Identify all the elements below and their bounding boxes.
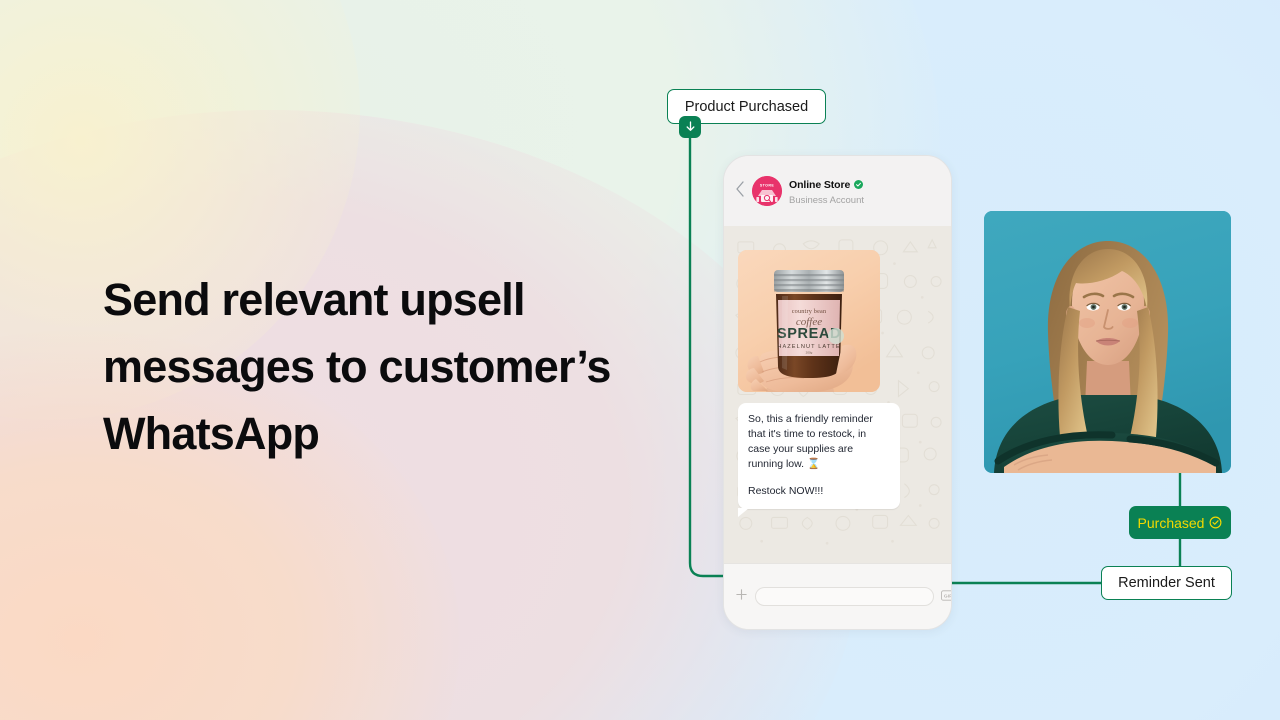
verified-badge-icon xyxy=(854,176,864,194)
arrow-down-icon xyxy=(679,116,701,138)
chat-bubble-paragraph-2: Restock NOW!!! xyxy=(748,485,824,497)
flow-node-purchased-label: Purchased xyxy=(1137,514,1205,531)
chat-contact-name-row: Online Store xyxy=(789,176,864,194)
flow-line-left xyxy=(688,124,725,578)
whatsapp-phone-mockup: STORE Online Store Business Account coun… xyxy=(723,155,952,630)
chat-content: country bean coffee SPREAD HAZELNUT LATT… xyxy=(724,226,951,517)
chat-header: STORE Online Store Business Account xyxy=(724,156,951,226)
chat-bubble-incoming: So, this a friendly reminder that it's t… xyxy=(738,403,900,517)
chat-contact-subtitle: Business Account xyxy=(789,195,864,206)
flow-node-purchased-badge[interactable]: Purchased xyxy=(1129,506,1231,539)
flow-node-product-purchased-label: Product Purchased xyxy=(684,98,809,115)
chat-contact-meta: Online Store Business Account xyxy=(789,176,864,206)
plus-icon[interactable] xyxy=(735,588,748,606)
flow-node-reminder-sent[interactable]: Reminder Sent xyxy=(1101,566,1232,600)
chat-composer: GIF xyxy=(724,563,951,629)
chat-contact-name: Online Store xyxy=(789,179,851,191)
store-avatar-icon[interactable]: STORE xyxy=(752,176,782,206)
svg-text:country bean: country bean xyxy=(792,308,827,315)
product-photo[interactable]: country bean coffee SPREAD HAZELNUT LATT… xyxy=(738,250,880,392)
gif-icon[interactable]: GIF xyxy=(941,588,952,606)
svg-text:STORE: STORE xyxy=(760,184,775,188)
svg-text:200g: 200g xyxy=(806,351,813,355)
svg-text:GIF: GIF xyxy=(944,593,952,599)
check-circle-icon xyxy=(1209,516,1222,529)
message-input[interactable] xyxy=(755,587,934,606)
chat-message-area: country bean coffee SPREAD HAZELNUT LATT… xyxy=(724,226,951,564)
flow-node-reminder-sent-label: Reminder Sent xyxy=(1118,575,1215,591)
chat-bubble-paragraph-1: So, this a friendly reminder that it's t… xyxy=(748,413,873,470)
chevron-left-icon[interactable] xyxy=(735,180,745,202)
customer-portrait-photo xyxy=(984,211,1231,473)
